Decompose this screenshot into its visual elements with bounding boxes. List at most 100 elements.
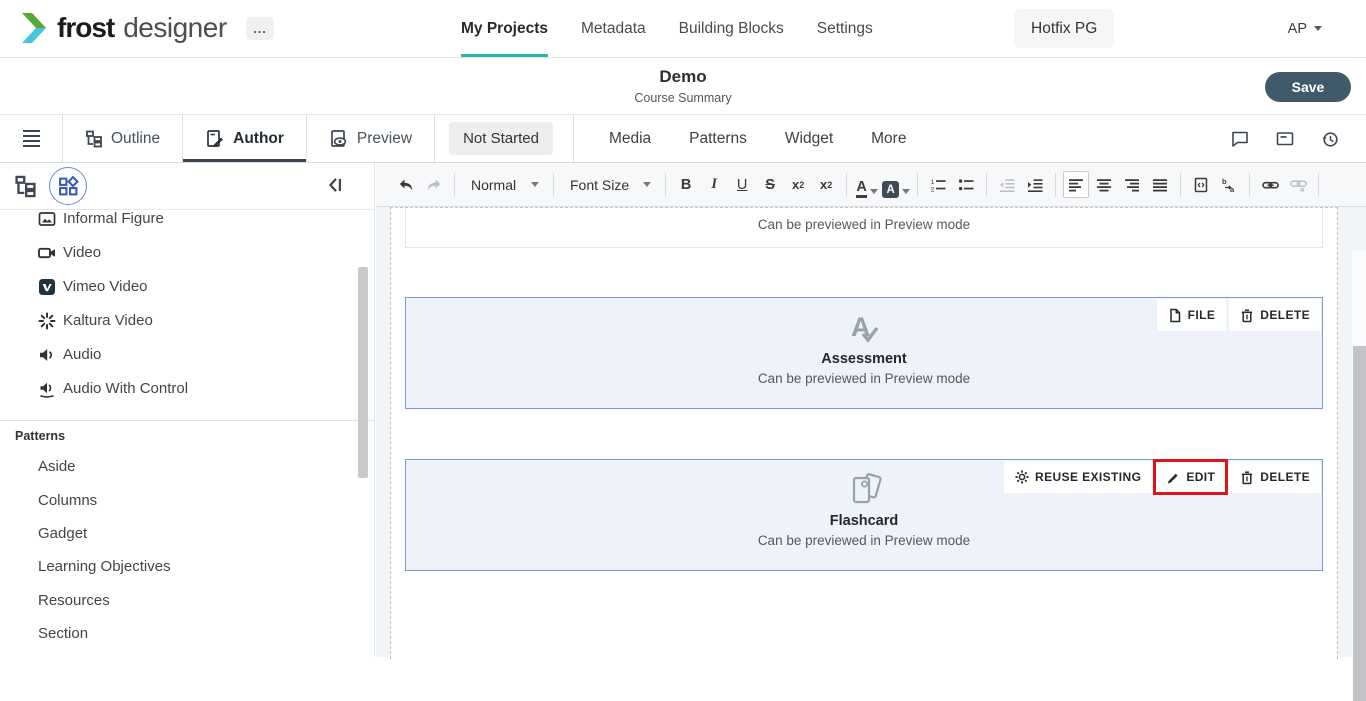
sidebar-item-section[interactable]: Section <box>0 617 374 650</box>
sidebar-item-audio-with-control[interactable]: Audio With Control <box>0 380 374 414</box>
nav-building-blocks[interactable]: Building Blocks <box>679 0 784 57</box>
superscript-button[interactable]: x2 <box>813 171 839 198</box>
source-template-button[interactable] <box>1188 171 1214 198</box>
block-title: Assessment <box>821 351 906 367</box>
menu-media[interactable]: Media <box>609 130 651 148</box>
blocks-palette-button[interactable] <box>49 167 87 205</box>
nav-metadata[interactable]: Metadata <box>581 0 646 57</box>
sidebar-item-learning-objectives[interactable]: Learning Objectives <box>0 550 374 583</box>
project-title-bar: Demo Course Summary Save <box>0 58 1366 115</box>
delete-button[interactable]: DELETE <box>1229 461 1321 493</box>
collapse-sidebar-button[interactable] <box>326 175 346 195</box>
delete-button[interactable]: DELETE <box>1229 299 1321 331</box>
tab-author-label: Author <box>233 130 284 148</box>
user-menu[interactable]: AP <box>1288 0 1322 57</box>
align-left-icon <box>1068 177 1084 193</box>
sidebar-item-informal-figure[interactable]: Informal Figure <box>0 210 374 244</box>
source-document-icon <box>1193 177 1209 193</box>
comments-button[interactable] <box>1230 129 1250 149</box>
bidi-button[interactable] <box>1216 171 1242 198</box>
bullet-list-icon <box>958 177 974 193</box>
justify-button[interactable] <box>1147 171 1173 198</box>
sidebar-item-aside[interactable]: Aside <box>0 450 374 483</box>
environment-badge[interactable]: Hotfix PG <box>1014 9 1114 48</box>
sidebar-item-gadget[interactable]: Gadget <box>0 517 374 550</box>
chevron-down-icon <box>643 182 651 187</box>
align-center-button[interactable] <box>1091 171 1117 198</box>
undo-icon <box>398 177 414 193</box>
content-block-flashcard[interactable]: REUSE EXISTING EDIT DELETE Flashcard <box>405 459 1323 571</box>
subscript-button[interactable]: x2 <box>785 171 811 198</box>
menu-widget[interactable]: Widget <box>785 130 833 148</box>
history-icon <box>1320 129 1340 149</box>
chevron-down-icon <box>531 182 539 187</box>
pencil-icon <box>1166 470 1180 484</box>
link-button[interactable] <box>1257 171 1283 198</box>
main-scrollbar-thumb[interactable] <box>1353 346 1366 701</box>
content-block-partial[interactable]: Can be previewed in Preview mode <box>405 208 1323 248</box>
tab-author[interactable]: Author <box>183 115 306 162</box>
preview-note: Can be previewed in Preview mode <box>758 533 970 548</box>
menu-patterns[interactable]: Patterns <box>689 130 747 148</box>
image-icon <box>38 210 56 228</box>
sidebar-item-video[interactable]: Video <box>0 244 374 278</box>
outdent-button[interactable] <box>994 171 1020 198</box>
sidebar-item-vimeo-video[interactable]: Vimeo Video <box>0 278 374 312</box>
trash-icon <box>1240 308 1254 323</box>
mode-bar: Outline Author Preview Not Started Media… <box>0 115 1366 163</box>
bullet-list-button[interactable] <box>953 171 979 198</box>
strikethrough-button[interactable]: S <box>757 171 783 198</box>
structure-view-button[interactable] <box>14 175 37 198</box>
align-left-button[interactable] <box>1063 171 1089 198</box>
edit-button-highlighted[interactable]: EDIT <box>1155 461 1226 493</box>
menu-hamburger-button[interactable] <box>0 115 62 162</box>
status-badge: Not Started <box>449 122 553 155</box>
unlink-button[interactable] <box>1285 171 1311 198</box>
indent-button[interactable] <box>1022 171 1048 198</box>
app-logo[interactable]: frostdesigner <box>18 11 227 45</box>
italic-button[interactable]: I <box>701 171 727 198</box>
background-color-button[interactable]: A <box>882 171 910 198</box>
background-color-icon: A <box>882 181 899 198</box>
align-right-button[interactable] <box>1119 171 1145 198</box>
sidebar-item-label: Kaltura Video <box>63 312 153 330</box>
sidebar-item-label: Audio With Control <box>63 380 188 398</box>
chevron-down-icon <box>1314 26 1322 31</box>
video-camera-icon <box>38 244 56 262</box>
align-right-icon <box>1124 177 1140 193</box>
nav-my-projects[interactable]: My Projects <box>461 0 548 57</box>
main-scrollbar-track[interactable] <box>1352 251 1366 701</box>
tab-outline[interactable]: Outline <box>63 115 182 162</box>
underline-button[interactable]: U <box>729 171 755 198</box>
frost-chevron-icon <box>18 11 50 45</box>
document-editable-area[interactable]: Can be previewed in Preview mode FILE DE… <box>390 207 1338 659</box>
font-size-select[interactable]: Font Size <box>560 171 659 198</box>
text-color-button[interactable]: A <box>854 171 880 198</box>
link-icon <box>1262 177 1279 193</box>
sidebar-scrollbar[interactable] <box>358 267 368 478</box>
gear-icon <box>1015 470 1029 484</box>
redo-button[interactable] <box>421 171 447 198</box>
sidebar-item-audio[interactable]: Audio <box>0 346 374 380</box>
sidebar-item-kaltura-video[interactable]: Kaltura Video <box>0 312 374 346</box>
numbered-list-button[interactable] <box>925 171 951 198</box>
history-button[interactable] <box>1320 129 1340 149</box>
app-more-button[interactable]: ... <box>246 17 274 40</box>
tab-preview[interactable]: Preview <box>307 115 434 162</box>
bold-button[interactable]: B <box>673 171 699 198</box>
nav-settings[interactable]: Settings <box>817 0 873 57</box>
undo-button[interactable] <box>393 171 419 198</box>
sidebar-item-label: Video <box>63 244 101 262</box>
save-button[interactable]: Save <box>1265 72 1351 102</box>
sidebar-item-resources[interactable]: Resources <box>0 584 374 617</box>
sidebar-item-columns[interactable]: Columns <box>0 483 374 516</box>
outline-tree-icon <box>14 175 37 198</box>
content-block-assessment[interactable]: FILE DELETE Assessment Can be previewed … <box>405 297 1323 409</box>
reuse-existing-button[interactable]: REUSE EXISTING <box>1004 461 1152 493</box>
chevron-down-icon <box>870 189 878 194</box>
paragraph-style-select[interactable]: Normal <box>461 171 547 198</box>
notes-panel-button[interactable] <box>1275 129 1295 149</box>
menu-more[interactable]: More <box>871 130 906 148</box>
delete-button-label: DELETE <box>1260 470 1310 484</box>
file-button[interactable]: FILE <box>1157 299 1227 331</box>
